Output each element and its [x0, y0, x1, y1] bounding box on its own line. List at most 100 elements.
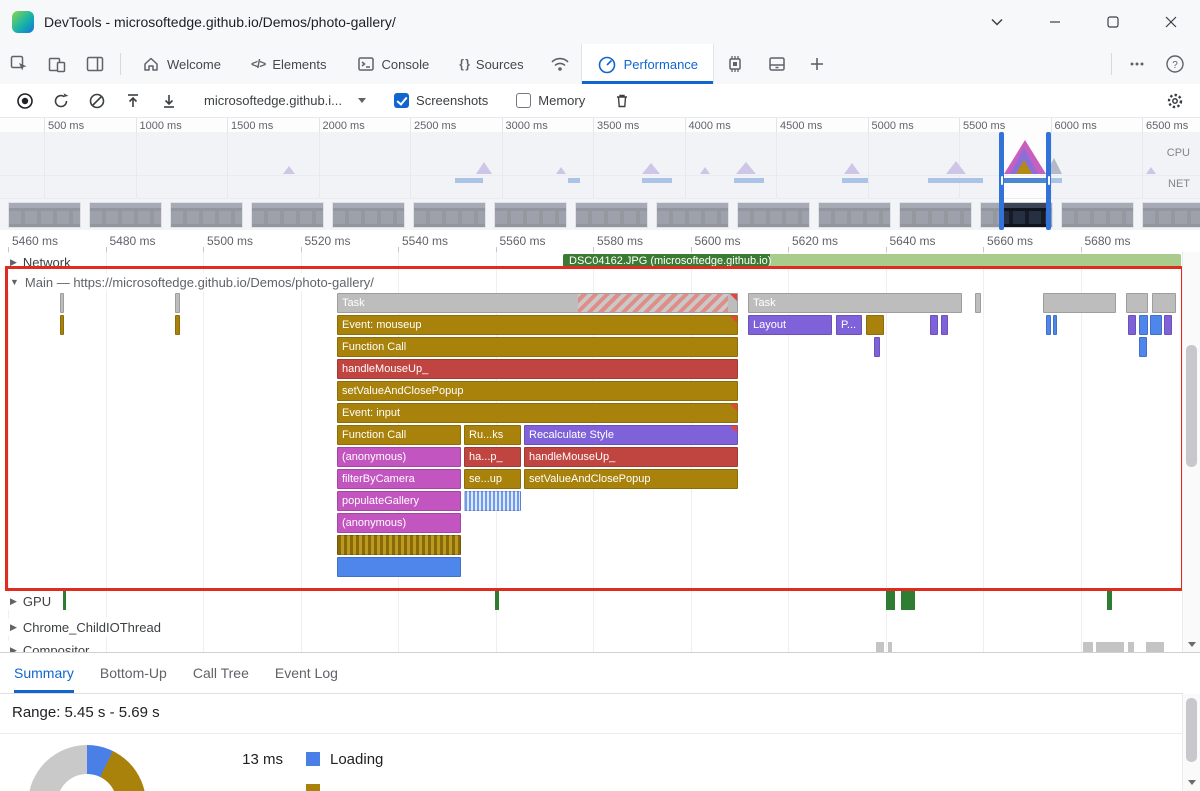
save-profile-button[interactable] — [154, 87, 184, 115]
more-options-button[interactable] — [1118, 44, 1156, 84]
gpu-activity-bar[interactable] — [886, 590, 895, 610]
flame-bar[interactable] — [464, 491, 521, 511]
network-request-bar[interactable]: DSC04162.JPG (microsoftedge.github.io) — [563, 254, 1181, 269]
flame-bar[interactable]: (anonymous) — [337, 447, 461, 467]
tab-performance[interactable]: Performance — [581, 44, 714, 84]
screenshots-checkbox[interactable] — [394, 93, 409, 108]
flame-bar[interactable]: setValueAndClosePopup — [337, 381, 738, 401]
flame-bar[interactable]: Event: input — [337, 403, 738, 423]
flame-bar[interactable] — [1139, 337, 1147, 357]
flame-bar[interactable] — [175, 315, 180, 335]
scroll-down-button[interactable] — [1183, 774, 1200, 790]
compositor-track-header[interactable]: ▶ Compositor — [0, 641, 89, 652]
inspect-tool-button[interactable] — [0, 44, 38, 84]
tab-summary[interactable]: Summary — [14, 653, 74, 693]
tab-memory[interactable] — [714, 44, 756, 84]
flame-bar[interactable] — [941, 315, 948, 335]
flame-bar[interactable] — [337, 535, 461, 555]
flame-bar[interactable] — [975, 293, 981, 313]
window-menu-button[interactable] — [968, 0, 1026, 44]
selection-handle-left[interactable] — [999, 132, 1004, 230]
close-button[interactable] — [1142, 0, 1200, 44]
delete-recording-button[interactable] — [607, 87, 637, 115]
flame-bar[interactable] — [1150, 315, 1162, 335]
flame-bar[interactable]: Task — [337, 293, 738, 313]
flame-bar[interactable] — [1128, 315, 1136, 335]
flame-bar[interactable]: se...up — [464, 469, 521, 489]
scroll-down-button[interactable] — [1183, 636, 1200, 652]
flame-bar[interactable]: Event: mouseup — [337, 315, 738, 335]
device-emulation-button[interactable] — [38, 44, 76, 84]
compositor-activity-bar[interactable] — [888, 642, 892, 652]
gpu-activity-bar[interactable] — [63, 590, 66, 610]
flame-bar[interactable]: Function Call — [337, 337, 738, 357]
compositor-activity-bar[interactable] — [1096, 642, 1124, 652]
flame-bar[interactable] — [1152, 293, 1176, 313]
child-io-track-header[interactable]: ▶ Chrome_ChildIOThread — [0, 618, 161, 636]
flame-bar[interactable]: ha...p_ — [464, 447, 521, 467]
tab-application[interactable] — [756, 44, 798, 84]
reload-and-record-button[interactable] — [46, 87, 76, 115]
tab-bottom-up[interactable]: Bottom-Up — [100, 653, 167, 693]
flame-bar[interactable]: Layout — [748, 315, 832, 335]
minimize-button[interactable] — [1026, 0, 1084, 44]
tab-call-tree[interactable]: Call Tree — [193, 653, 249, 693]
overview-selection-window[interactable] — [999, 132, 1051, 230]
tab-welcome[interactable]: Welcome — [127, 44, 236, 84]
page-selector-dropdown[interactable]: microsoftedge.github.i... — [204, 93, 366, 108]
compositor-activity-bar[interactable] — [1083, 642, 1093, 652]
tab-elements[interactable]: </> Elements — [236, 44, 342, 84]
flame-bar[interactable]: (anonymous) — [337, 513, 461, 533]
flame-bar[interactable] — [1046, 315, 1051, 335]
flame-bar[interactable]: Recalculate Style — [524, 425, 738, 445]
flame-bar[interactable] — [930, 315, 938, 335]
capture-settings-button[interactable] — [1160, 87, 1190, 115]
flame-bar[interactable]: Function Call — [337, 425, 461, 445]
gpu-activity-bar[interactable] — [495, 590, 499, 610]
summary-scrollbar[interactable] — [1182, 694, 1200, 791]
tab-console[interactable]: Console — [342, 44, 445, 84]
flame-bar[interactable]: filterByCamera — [337, 469, 461, 489]
clear-button[interactable] — [82, 87, 112, 115]
network-track-header[interactable]: ▶ Network — [0, 253, 71, 271]
flame-bar[interactable] — [1053, 315, 1057, 335]
flame-bar[interactable] — [337, 557, 461, 577]
record-button[interactable] — [10, 87, 40, 115]
flame-bar[interactable] — [1139, 315, 1148, 335]
flame-bar[interactable]: Task — [748, 293, 962, 313]
flame-bar[interactable] — [866, 315, 884, 335]
flame-bar[interactable] — [175, 293, 180, 313]
flame-bar[interactable] — [60, 293, 64, 313]
scrollbar-thumb[interactable] — [1186, 698, 1197, 762]
memory-checkbox[interactable] — [516, 93, 531, 108]
tab-sources[interactable]: { } Sources — [444, 44, 538, 84]
flame-bar[interactable]: handleMouseUp_ — [337, 359, 738, 379]
flame-bar[interactable]: Ru...ks — [464, 425, 521, 445]
maximize-button[interactable] — [1084, 0, 1142, 44]
dock-panel-button[interactable] — [76, 44, 114, 84]
flame-bar[interactable]: handleMouseUp_ — [524, 447, 738, 467]
selection-handle-right[interactable] — [1046, 132, 1051, 230]
help-button[interactable]: ? — [1156, 44, 1194, 84]
more-tools-button[interactable] — [798, 44, 836, 84]
compositor-activity-bar[interactable] — [1128, 642, 1134, 652]
tracks-scrollbar[interactable] — [1182, 252, 1200, 652]
flame-bar[interactable] — [1126, 293, 1148, 313]
memory-checkbox-group[interactable]: Memory — [516, 93, 585, 108]
tab-network[interactable] — [539, 44, 581, 84]
gpu-activity-bar[interactable] — [1107, 590, 1112, 610]
flame-bar[interactable]: P... — [836, 315, 862, 335]
flame-bar[interactable]: populateGallery — [337, 491, 461, 511]
tab-event-log[interactable]: Event Log — [275, 653, 338, 693]
load-profile-button[interactable] — [118, 87, 148, 115]
flame-bar[interactable]: setValueAndClosePopup — [524, 469, 738, 489]
flame-bar[interactable] — [60, 315, 64, 335]
main-track-header[interactable]: ▼ Main — https://microsoftedge.github.io… — [0, 273, 374, 291]
compositor-activity-bar[interactable] — [1146, 642, 1164, 652]
gpu-track-header[interactable]: ▶ GPU — [0, 592, 51, 610]
gpu-activity-bar[interactable] — [901, 590, 915, 610]
flame-bar[interactable] — [874, 337, 880, 357]
screenshots-checkbox-group[interactable]: Screenshots — [394, 93, 488, 108]
compositor-activity-bar[interactable] — [876, 642, 884, 652]
flame-bar[interactable] — [1043, 293, 1116, 313]
